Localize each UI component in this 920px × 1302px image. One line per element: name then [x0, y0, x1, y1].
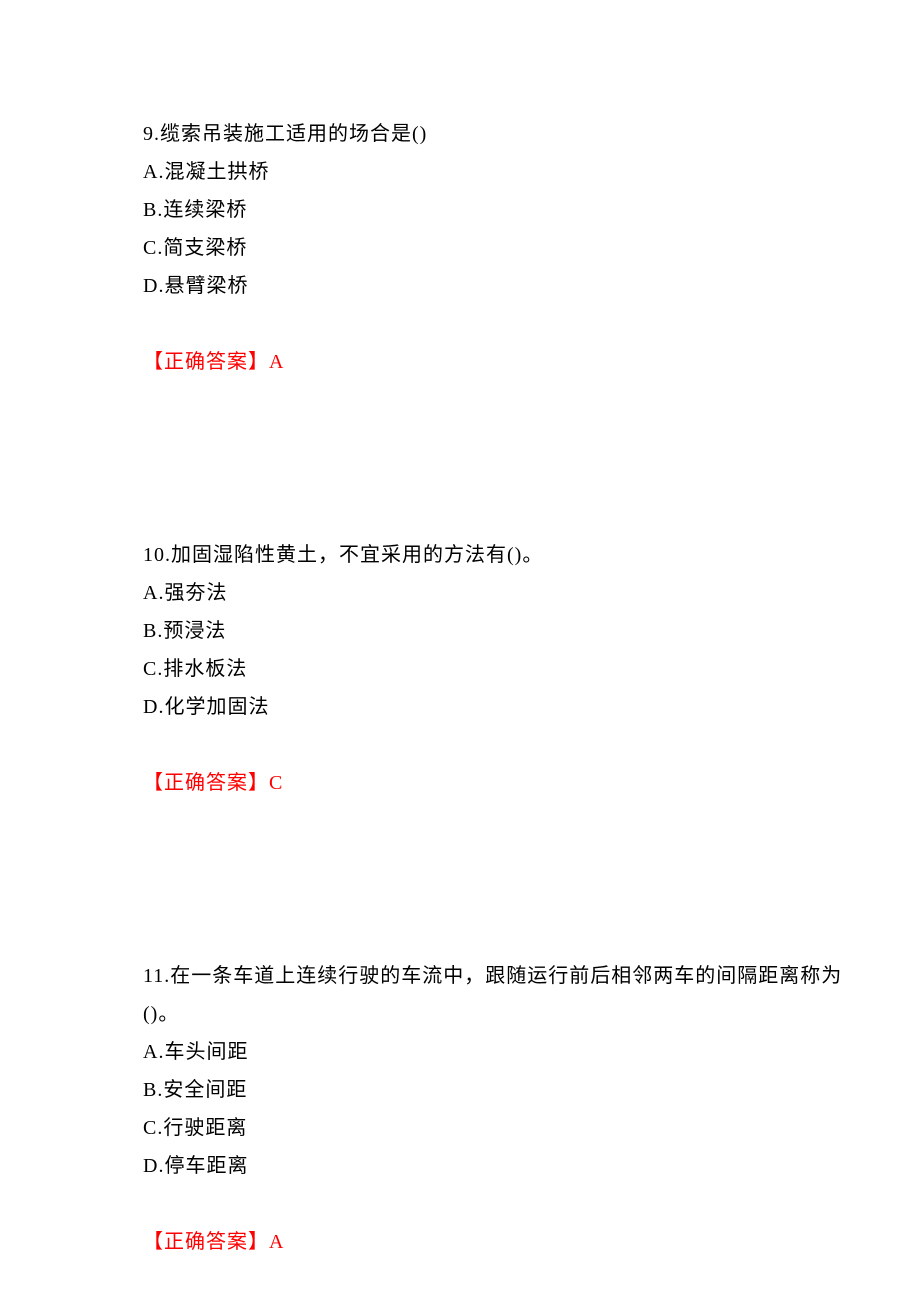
answer-block: 【正确答案】A: [143, 1223, 860, 1261]
option-a: A.车头间距: [143, 1033, 860, 1071]
option-c: C.排水板法: [143, 650, 860, 688]
option-d: D.化学加固法: [143, 688, 860, 726]
answer-value: A: [269, 351, 284, 373]
question-text: 11.在一条车道上连续行驶的车流中，跟随运行前后相邻两车的间隔距离称为()。: [143, 957, 860, 1033]
option-b: B.安全间距: [143, 1071, 860, 1109]
option-b: B.预浸法: [143, 612, 860, 650]
option-c: C.行驶距离: [143, 1109, 860, 1147]
answer-value: A: [269, 1231, 284, 1253]
question-block-10: 10.加固湿陷性黄土，不宜采用的方法有()。 A.强夯法 B.预浸法 C.排水板…: [143, 536, 860, 802]
question-number: 10.: [143, 544, 171, 566]
question-number: 9.: [143, 123, 160, 145]
question-stem: 缆索吊装施工适用的场合是(): [160, 123, 427, 145]
question-text: 9.缆索吊装施工适用的场合是(): [143, 115, 860, 153]
option-d: D.悬臂梁桥: [143, 267, 860, 305]
question-block-9: 9.缆索吊装施工适用的场合是() A.混凝土拱桥 B.连续梁桥 C.简支梁桥 D…: [143, 115, 860, 381]
answer-label: 【正确答案】: [143, 772, 269, 794]
option-d: D.停车距离: [143, 1147, 860, 1185]
answer-block: 【正确答案】A: [143, 343, 860, 381]
question-text: 10.加固湿陷性黄土，不宜采用的方法有()。: [143, 536, 860, 574]
question-block-11: 11.在一条车道上连续行驶的车流中，跟随运行前后相邻两车的间隔距离称为()。 A…: [143, 957, 860, 1261]
question-stem: 加固湿陷性黄土，不宜采用的方法有()。: [171, 544, 543, 566]
answer-label: 【正确答案】: [143, 1231, 269, 1253]
question-stem: 在一条车道上连续行驶的车流中，跟随运行前后相邻两车的间隔距离称为()。: [143, 965, 842, 1025]
answer-label: 【正确答案】: [143, 351, 269, 373]
option-b: B.连续梁桥: [143, 191, 860, 229]
option-a: A.混凝土拱桥: [143, 153, 860, 191]
answer-value: C: [269, 772, 283, 794]
option-c: C.简支梁桥: [143, 229, 860, 267]
answer-block: 【正确答案】C: [143, 764, 860, 802]
option-a: A.强夯法: [143, 574, 860, 612]
question-number: 11.: [143, 965, 170, 987]
